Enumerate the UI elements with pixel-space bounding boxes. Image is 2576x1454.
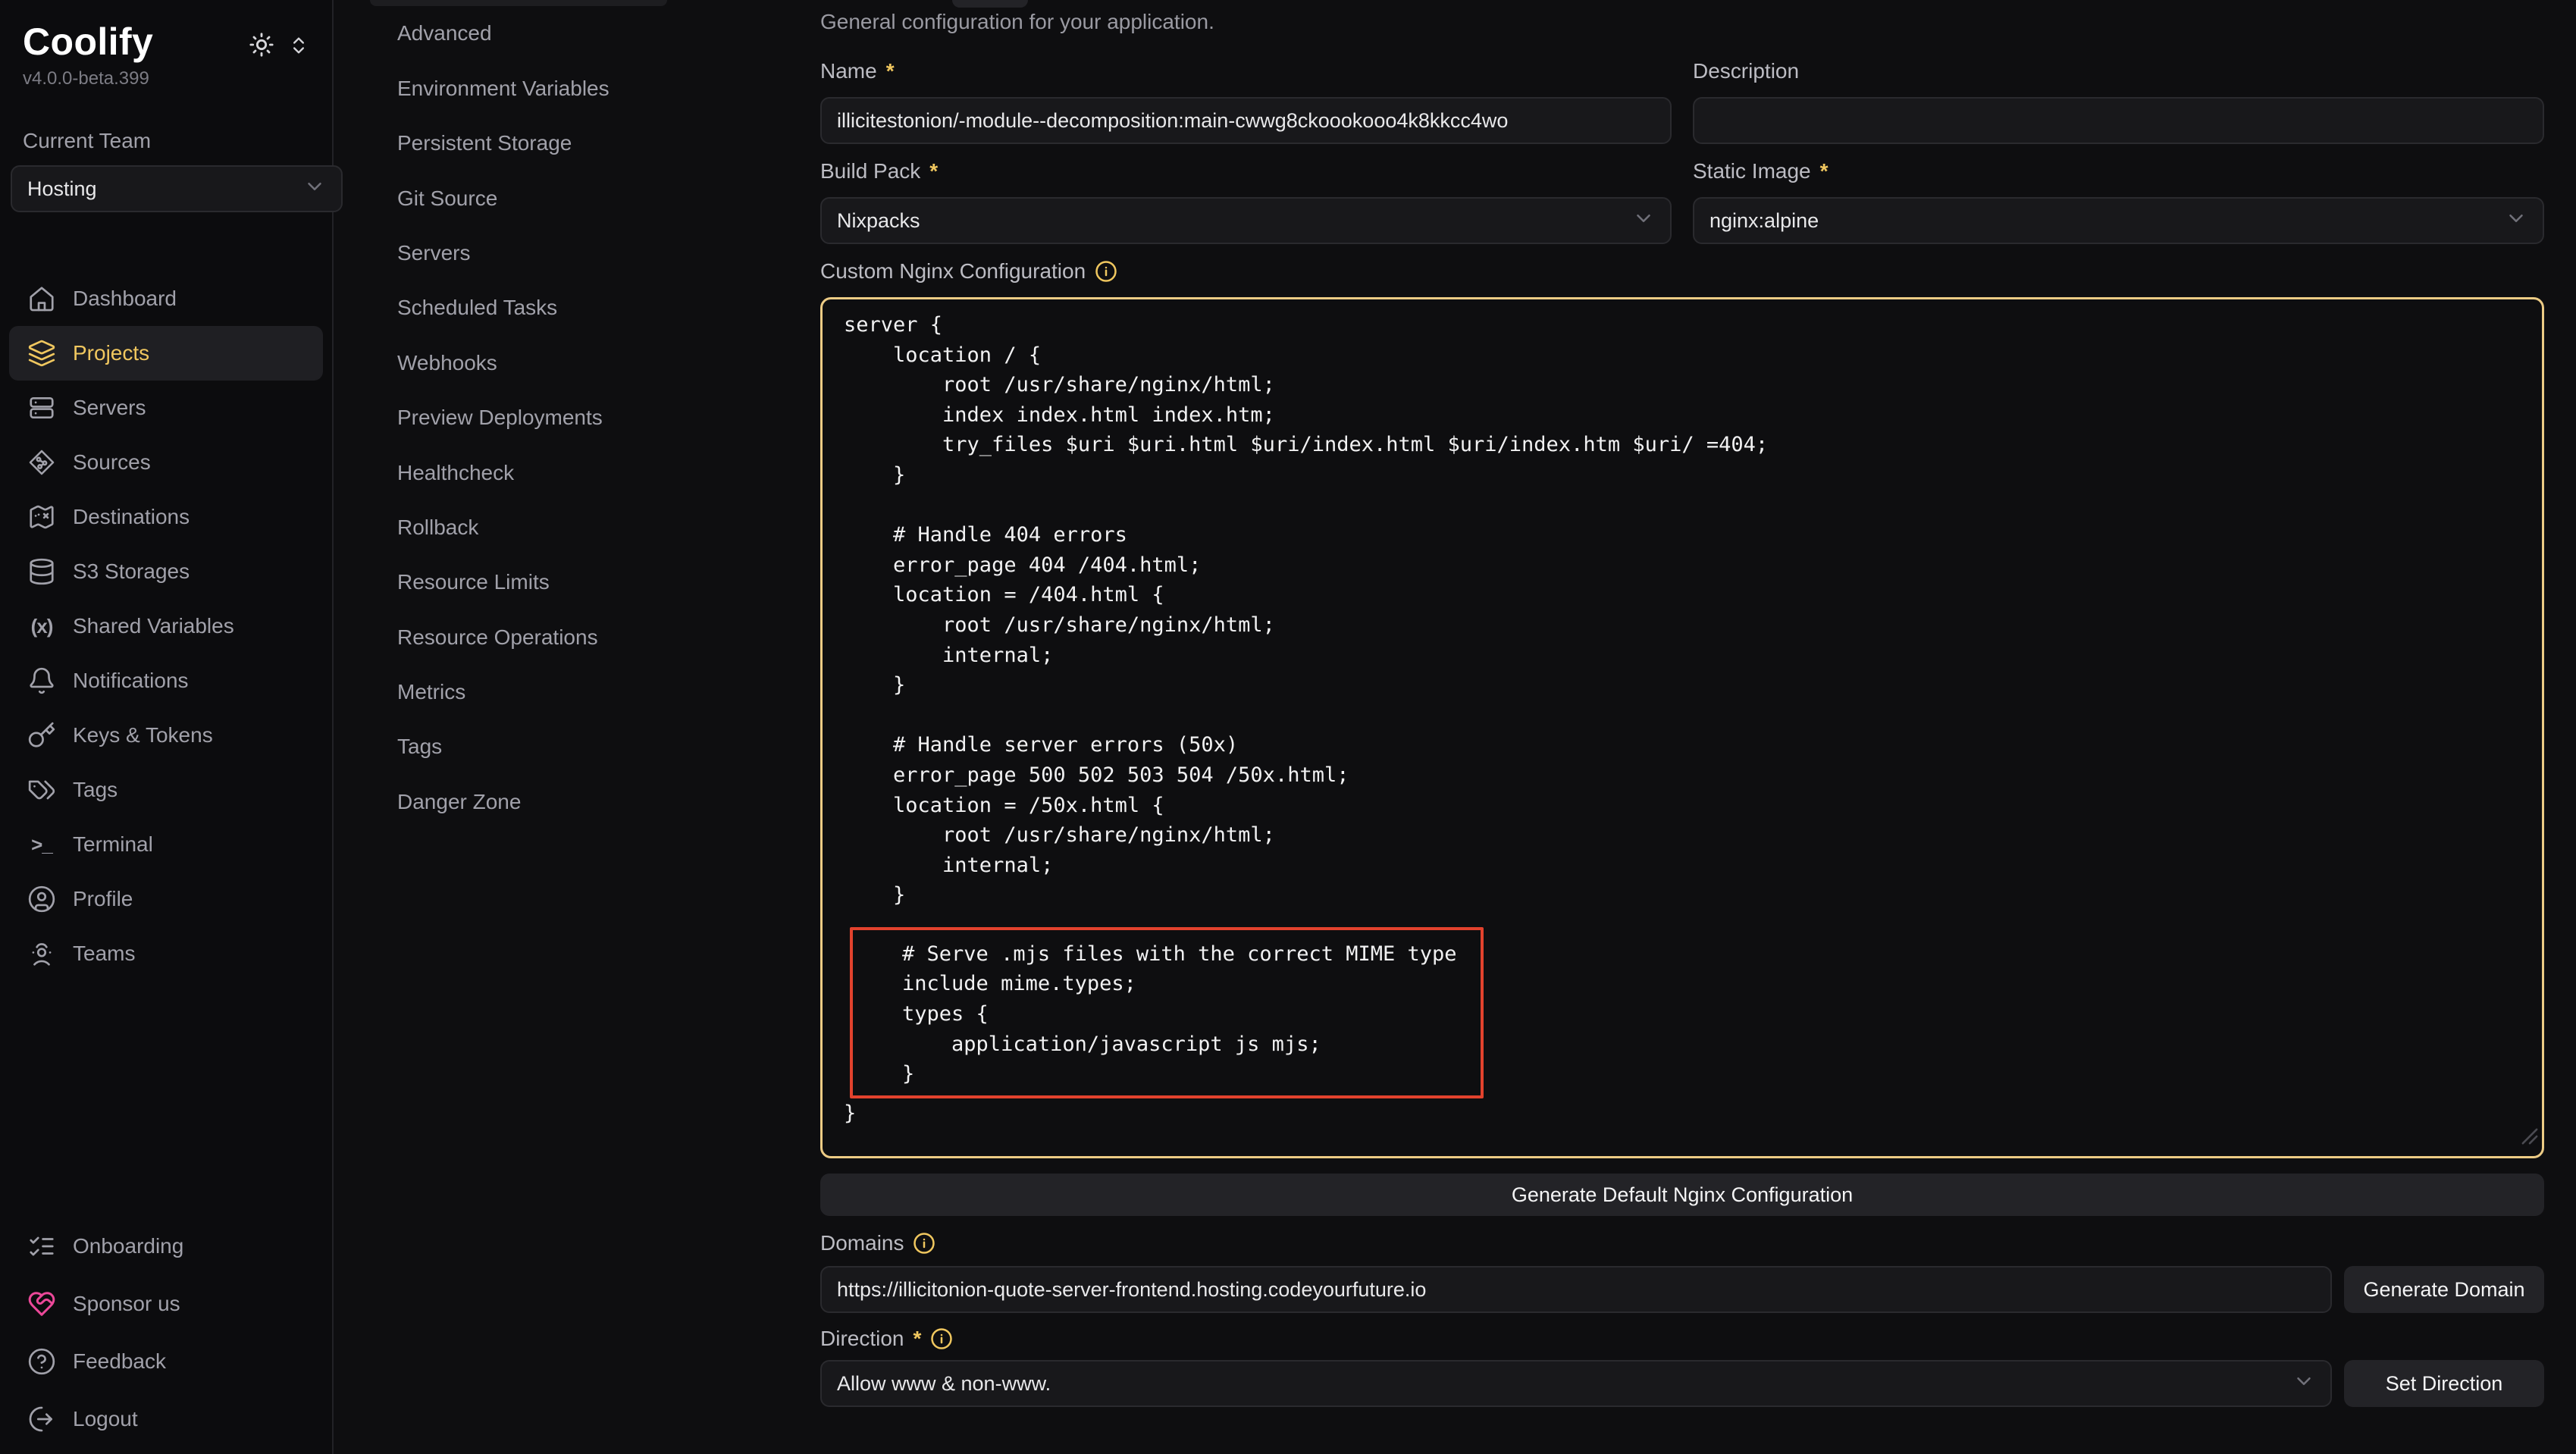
sidebar-item-keys-tokens[interactable]: Keys & Tokens [9,708,323,763]
settings-nav-item[interactable]: Healthcheck [370,446,667,500]
settings-nav-item[interactable]: Danger Zone [370,775,667,829]
mime-types-highlight-box: # Serve .mjs files with the correct MIME… [850,927,1484,1098]
required-asterisk: * [886,59,895,83]
domains-input[interactable]: https://illicitonion-quote-server-fronte… [820,1266,2332,1313]
sidebar-item-tags[interactable]: Tags [9,763,323,817]
git-source-icon [27,448,56,477]
scrolled-partial-element [952,0,1028,8]
team-select[interactable]: Hosting [11,165,343,212]
static-image-label: Static Image* [1693,159,2544,183]
logout-icon [27,1405,56,1434]
chevron-down-icon [2505,207,2527,235]
sidebar-item-sources[interactable]: Sources [9,435,323,490]
generate-default-nginx-button[interactable]: Generate Default Nginx Configuration [820,1174,2544,1216]
settings-nav-item[interactable]: Rollback [370,500,667,555]
sidebar-item-servers[interactable]: Servers [9,381,323,435]
sidebar-item-dashboard[interactable]: Dashboard [9,271,323,326]
chevrons-up-down-icon[interactable] [288,34,309,62]
database-icon [27,557,56,586]
sidebar-item-feedback[interactable]: Feedback [9,1333,323,1390]
sidebar-item-projects[interactable]: Projects [9,326,323,381]
info-icon[interactable] [1095,260,1117,283]
user-circle-icon [27,885,56,913]
name-label: Name* [820,59,1672,83]
main-nav: Dashboard Projects Servers Sources Desti… [0,271,332,981]
home-icon [27,284,56,313]
sidebar-item-logout[interactable]: Logout [9,1390,323,1448]
bell-icon [27,666,56,695]
variable-icon: (x) [27,612,56,641]
page-subtitle: General configuration for your applicati… [820,9,2544,35]
sidebar-item-notifications[interactable]: Notifications [9,653,323,708]
settings-nav-item[interactable]: Environment Variables [370,61,667,116]
help-circle-icon [27,1347,56,1376]
description-input[interactable] [1693,97,2544,144]
settings-nav: AdvancedEnvironment VariablesPersistent … [370,0,667,829]
settings-nav-item[interactable]: Git Source [370,171,667,226]
sidebar-item-terminal[interactable]: >_ Terminal [9,817,323,872]
terminal-icon: >_ [27,830,56,859]
heart-hand-icon [27,1289,56,1318]
required-asterisk: * [1820,159,1829,183]
sidebar-item-s3-storages[interactable]: S3 Storages [9,544,323,599]
settings-nav-item[interactable]: Servers [370,226,667,280]
checklist-icon [27,1232,56,1261]
resize-handle-icon[interactable] [2521,1123,2538,1151]
sidebar-item-teams[interactable]: Teams [9,926,323,981]
settings-nav-item[interactable]: Resource Operations [370,610,667,665]
settings-nav-item[interactable]: Advanced [370,6,667,61]
settings-nav-item[interactable]: Resource Limits [370,555,667,609]
sidebar-item-destinations[interactable]: Destinations [9,490,323,544]
coolify-app: Coolify v4.0.0-beta.399 Current Team Hos… [0,0,2576,1454]
sidebar-item-shared-variables[interactable]: (x) Shared Variables [9,599,323,653]
settings-nav-active-item-partial[interactable] [370,0,667,6]
static-image-select[interactable]: nginx:alpine [1693,197,2544,244]
sidebar-item-profile[interactable]: Profile [9,872,323,926]
settings-nav-item[interactable]: Tags [370,719,667,774]
info-icon[interactable] [913,1232,935,1255]
layers-icon [27,339,56,368]
name-input[interactable]: illicitestonion/-module--decomposition:m… [820,97,1672,144]
settings-nav-item[interactable]: Scheduled Tasks [370,280,667,335]
server-icon [27,393,56,422]
key-icon [27,721,56,750]
direction-label: Direction* [820,1327,2544,1351]
users-icon [27,939,56,968]
current-team-label: Current Team [0,89,332,153]
required-asterisk: * [913,1327,921,1351]
app-logo: Coolify [23,20,153,64]
settings-nav-item[interactable]: Webhooks [370,336,667,390]
domains-label: Domains [820,1231,2544,1255]
sidebar-item-onboarding[interactable]: Onboarding [9,1217,323,1275]
sidebar-item-sponsor-us[interactable]: Sponsor us [9,1275,323,1333]
sidebar-footer-nav: Onboarding Sponsor us Feedback Logout [0,1217,332,1454]
description-label: Description [1693,59,2544,83]
sidebar: Coolify v4.0.0-beta.399 Current Team Hos… [0,0,334,1454]
chevron-down-icon [1632,207,1655,235]
build-pack-select[interactable]: Nixpacks [820,197,1672,244]
settings-nav-item[interactable]: Metrics [370,665,667,719]
nginx-config-textarea[interactable]: server { location / { root /usr/share/ng… [820,297,2544,1158]
set-direction-button[interactable]: Set Direction [2344,1360,2544,1407]
build-pack-label: Build Pack* [820,159,1672,183]
settings-nav-item[interactable]: Persistent Storage [370,116,667,171]
tags-icon [27,776,56,804]
theme-toggle-sun-icon[interactable] [249,32,274,64]
settings-nav-item[interactable]: Preview Deployments [370,390,667,445]
nginx-config-label: Custom Nginx Configuration [820,259,2544,284]
info-icon[interactable] [930,1327,953,1350]
app-version: v4.0.0-beta.399 [0,64,332,89]
chevron-down-icon [2292,1370,2315,1398]
required-asterisk: * [929,159,938,183]
generate-domain-button[interactable]: Generate Domain [2344,1266,2544,1313]
map-icon [27,503,56,531]
chevron-down-icon [303,175,326,203]
direction-select[interactable]: Allow www & non-www. [820,1360,2332,1407]
main-content: General configuration for your applicati… [820,0,2544,1407]
